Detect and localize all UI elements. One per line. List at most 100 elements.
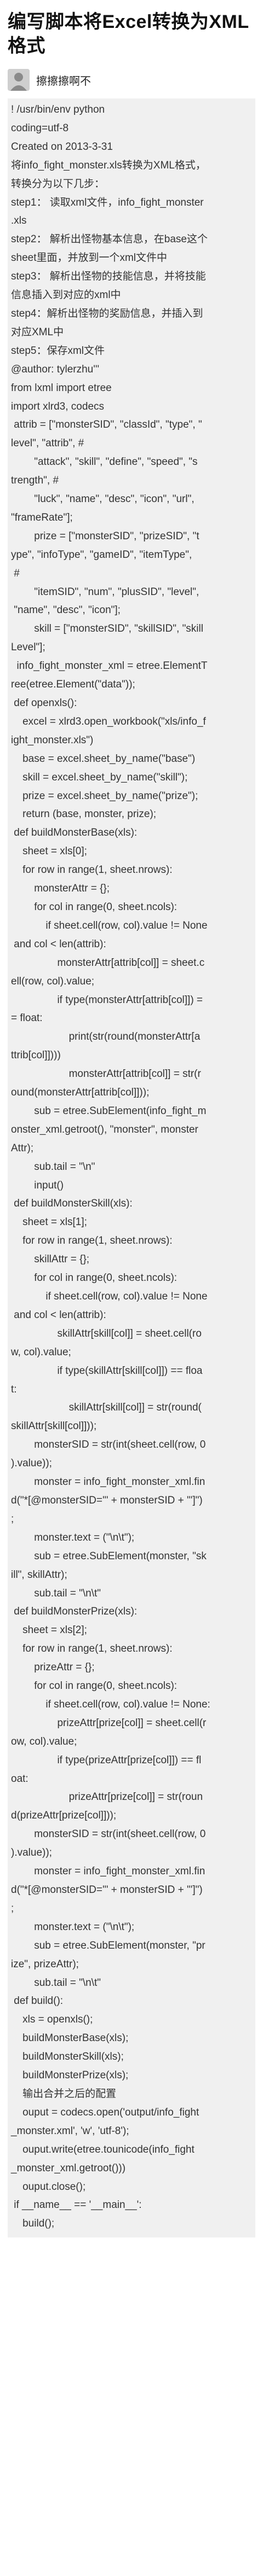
code-line: d("*[@monsterSID='" + monsterSID + "']") <box>11 1494 203 1506</box>
article-title: 编写脚本将Excel转换为XML格式 <box>8 11 249 56</box>
code-line: ree(etree.Element("data")); <box>11 679 135 691</box>
code-line: and col < len(attrib): <box>11 1309 106 1321</box>
code-line: ill", skillAttr); <box>11 1569 67 1581</box>
code-line: ow, col).value; <box>11 1735 77 1747</box>
code-line: coding=utf-8 <box>11 122 69 134</box>
code-line: 输出合并之后的配置 <box>11 2088 117 2100</box>
code-line: for col in range(0, sheet.ncols): <box>11 1680 178 1692</box>
code-line: t: <box>11 1383 17 1395</box>
code-line: return (base, monster, prize); <box>11 808 157 820</box>
code-line: if type(skillAttr[skill[col]]) == floa <box>11 1365 203 1377</box>
code-line: "luck", "name", "desc", "icon", "url", <box>11 493 195 505</box>
code-line: ight_monster.xls") <box>11 734 94 746</box>
code-line: monster = info_fight_monster_xml.fin <box>11 1866 205 1878</box>
code-line: for row in range(1, sheet.nrows): <box>11 1235 173 1247</box>
code-line: from lxml import etree <box>11 382 112 394</box>
code-line: trength", # <box>11 475 59 487</box>
code-line: attrib = ["monsterSID", "classId", "type… <box>11 419 202 431</box>
code-line: buildMonsterSkill(xls); <box>11 2051 124 2063</box>
code-line: level", "attrib", # <box>11 438 84 450</box>
code-line: ! /usr/bin/env python <box>11 104 105 115</box>
code-line: = float: <box>11 1012 43 1024</box>
code-line: def buildMonsterBase(xls): <box>11 827 138 839</box>
code-line: ).value)); <box>11 1847 52 1859</box>
code-line: step3： 解析出怪物的技能信息，并将技能 <box>11 271 206 283</box>
code-line: import xlrd3, codecs <box>11 400 105 412</box>
code-line: Level"]; <box>11 642 45 654</box>
code-line: buildMonsterPrize(xls); <box>11 2070 129 2082</box>
author-row[interactable]: 擦擦擦啊不 <box>8 68 255 92</box>
code-line: def openxls(): <box>11 697 77 709</box>
code-line: "attack", "skill", "define", "speed", "s <box>11 456 198 468</box>
code-line: skillAttr[skill[col]] = sheet.cell(ro <box>11 1327 202 1339</box>
code-line: monsterSID = str(int(sheet.cell(row, 0 <box>11 1439 206 1451</box>
code-line: 将info_fight_monster.xls转换为XML格式， <box>11 159 206 171</box>
code-line: ; <box>11 1902 14 1914</box>
code-line: _monster.xml', 'w', 'utf-8'); <box>11 2125 129 2137</box>
code-line: _monster_xml.getroot())) <box>11 2162 126 2174</box>
code-line: Attr); <box>11 1142 34 1154</box>
code-line: skillAttr[skill[col]] = str(round( <box>11 1402 202 1414</box>
code-line: monsterAttr[attrib[col]] = str(r <box>11 1068 201 1080</box>
avatar-icon <box>8 69 30 91</box>
code-line: ouput = codecs.open('output/info_fight <box>11 2106 199 2118</box>
code-line: Created on 2013-3-31 <box>11 141 113 153</box>
code-line: prizeAttr = {}; <box>11 1662 95 1674</box>
code-line: onster_xml.getroot(), "monster", monster <box>11 1123 198 1135</box>
code-line: ).value)); <box>11 1458 52 1470</box>
code-line: ttrib[col]]))) <box>11 1050 61 1062</box>
code-line: ell(row, col).value; <box>11 975 95 987</box>
code-line: skill = ["monsterSID", "skillSID", "skil… <box>11 623 203 635</box>
code-line: sheet = xls[1]; <box>11 1216 87 1228</box>
code-line: skillAttr[skill[col]])); <box>11 1420 97 1432</box>
avatar[interactable] <box>8 69 30 91</box>
code-line: sub = etree.SubElement(monster, "sk <box>11 1550 207 1562</box>
code-line: def buildMonsterPrize(xls): <box>11 1606 138 1618</box>
code-line: for row in range(1, sheet.nrows): <box>11 864 173 876</box>
code-line: sheet里面，并放到一个xml文件中 <box>11 252 168 264</box>
code-line: monsterSID = str(int(sheet.cell(row, 0 <box>11 1828 206 1840</box>
code-line: if sheet.cell(row, col).value != None: <box>11 1698 210 1710</box>
code-line: "name", "desc", "icon"]; <box>11 604 121 616</box>
code-line: print(str(round(monsterAttr[a <box>11 1031 201 1043</box>
code-line: for col in range(0, sheet.ncols): <box>11 1272 178 1284</box>
code-line: 转换分为以下几步： <box>11 178 105 190</box>
code-line: sub.tail = "\n" <box>11 1161 95 1173</box>
code-line: and col < len(attrib): <box>11 938 106 950</box>
code-line: prizeAttr[prize[col]] = sheet.cell(r <box>11 1717 207 1729</box>
code-line: monster = info_fight_monster_xml.fin <box>11 1476 205 1488</box>
code-line: ; <box>11 1513 14 1525</box>
code-line: w, col).value; <box>11 1346 71 1358</box>
code-line: monster.text = ("\n\t"); <box>11 1531 135 1543</box>
code-line: monsterAttr = {}; <box>11 883 110 895</box>
code-line: base = excel.sheet_by_name("base") <box>11 753 196 765</box>
code-line: prize = ["monsterSID", "prizeSID", "t <box>11 530 199 542</box>
code-line: # <box>11 567 20 579</box>
article: 编写脚本将Excel转换为XML格式 擦擦擦啊不 ! /usr/bin/env … <box>0 0 263 2576</box>
code-line: def buildMonsterSkill(xls): <box>11 1198 133 1210</box>
code-line: sheet = xls[2]; <box>11 1624 87 1636</box>
code-line: ouput.close(); <box>11 2181 86 2193</box>
code-line: "itemSID", "num", "plusSID", "level", <box>11 586 199 598</box>
code-line: ound(monsterAttr[attrib[col]])); <box>11 1087 150 1099</box>
code-line: sub.tail = "\n\t" <box>11 1977 101 1989</box>
code-line: ype", "infoType", "gameID", "itemType", <box>11 549 192 561</box>
code-block: ! /usr/bin/env python coding=utf-8 Created… <box>8 98 255 2238</box>
code-line: ize", prizeAttr); <box>11 1958 79 1970</box>
code-line: if type(monsterAttr[attrib[col]]) = <box>11 994 203 1006</box>
code-line: if sheet.cell(row, col).value != None <box>11 919 208 931</box>
code-line: input() <box>11 1179 64 1191</box>
code-line: 对应XML中 <box>11 326 64 338</box>
code-line: "frameRate"]; <box>11 511 73 523</box>
code-line: def build(): <box>11 1995 64 2007</box>
code-line: 信息插入到对应的xml中 <box>11 289 121 301</box>
code-line: skillAttr = {}; <box>11 1254 90 1266</box>
code-line: sub.tail = "\n\t" <box>11 1587 101 1599</box>
code-line: for row in range(1, sheet.nrows): <box>11 1643 173 1655</box>
code-line: prizeAttr[prize[col]] = str(roun <box>11 1791 203 1803</box>
code-line: sub = etree.SubElement(monster, "pr <box>11 1939 205 1951</box>
author-name[interactable]: 擦擦擦啊不 <box>36 72 91 88</box>
code-line: info_fight_monster_xml = etree.ElementT <box>11 660 208 672</box>
code-line: d(prizeAttr[prize[col]])); <box>11 1810 117 1822</box>
code-line: sub = etree.SubElement(info_fight_m <box>11 1105 207 1117</box>
